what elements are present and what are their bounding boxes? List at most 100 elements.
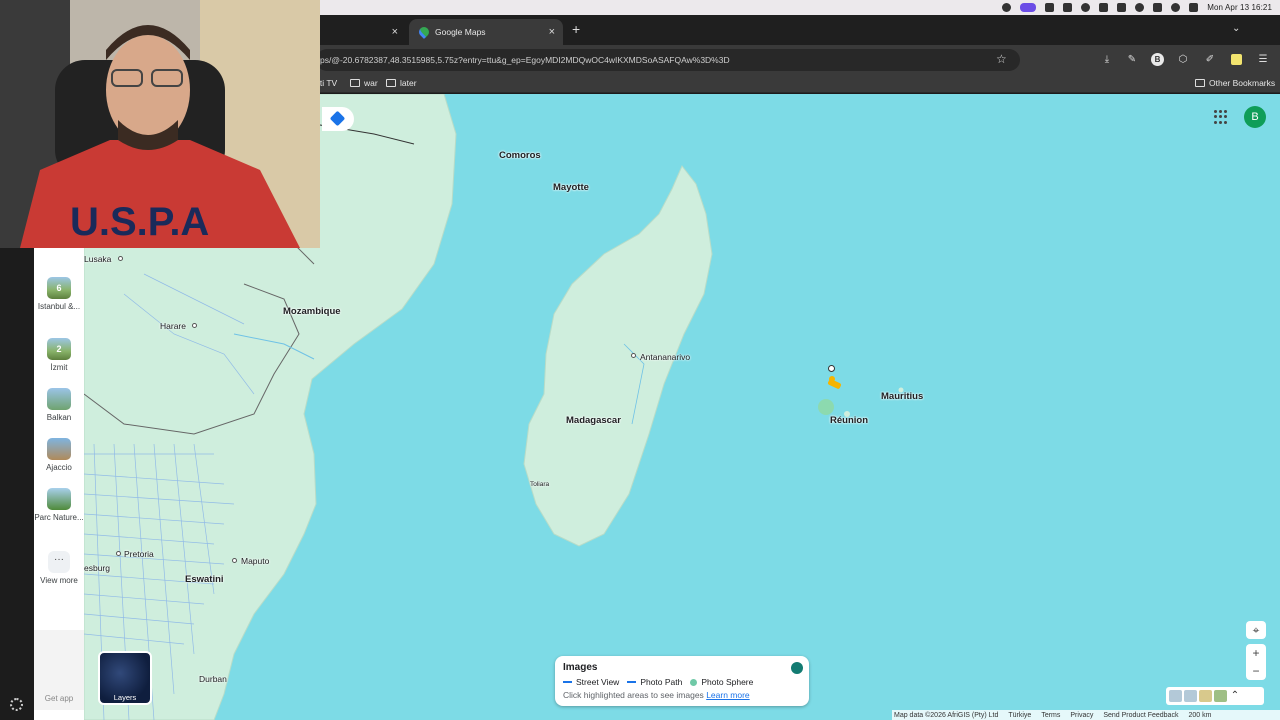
layer-thumbnails[interactable]: ⌃ [1166,687,1264,705]
my-location-button[interactable]: ⌖ [1246,621,1266,639]
learn-more-link[interactable]: Learn more [706,690,749,700]
close-icon[interactable]: × [549,26,555,38]
battery-icon[interactable] [1153,3,1163,12]
label-mayotte[interactable]: Mayotte [553,182,589,193]
recent-thumbnail [47,438,71,460]
pegman-icon[interactable] [826,376,842,390]
menubar-clock[interactable]: Mon Apr 13 16:21 [1207,3,1272,12]
label-pretoria[interactable]: Pretoria [124,549,154,559]
recent-thumbnail [47,488,71,510]
tab-previous[interactable]: × [322,19,406,45]
label-durban[interactable]: Durban [199,674,227,684]
label-madagascar[interactable]: Madagascar [566,415,621,426]
note-icon[interactable] [1231,54,1242,65]
recent-item-parc-nature[interactable]: Parc Nature... [34,488,84,523]
address-bar[interactable]: ps/@-20.6782387,48.3515985,5.75z?entry=t… [316,49,1020,71]
label-toliara[interactable]: Toliara [530,481,549,488]
bookmark-folder-war[interactable]: war [350,78,378,88]
pen-icon[interactable]: ✐ [1204,54,1216,66]
images-panel: Images Street View Photo Path Photo Sphe… [555,656,809,706]
label-mozambique[interactable]: Mozambique [283,306,341,317]
recent-label: Parc Nature... [34,513,84,522]
google-apps-icon[interactable] [1214,110,1228,124]
zoom-in-button[interactable]: + [1246,644,1266,662]
webcam-person-image: U.S.P.A [0,0,320,248]
extension-b-icon[interactable]: B [1151,53,1164,66]
legend-photo-sphere: Photo Sphere [690,677,753,687]
bookmark-star-icon[interactable]: ☆ [996,52,1007,66]
recent-item-balkan[interactable]: Balkan [34,388,84,423]
other-bookmarks[interactable]: Other Bookmarks [1195,78,1275,88]
city-dot [116,551,121,556]
volume-icon[interactable] [1099,3,1109,12]
settings-gear-icon[interactable] [10,698,23,711]
recent-item-istanbul[interactable]: 6 Istanbul &... [34,277,84,312]
recent-item-izmit[interactable]: 2 İzmit [34,338,84,373]
sidebar-gutter [0,248,34,720]
control-center-icon[interactable] [1189,3,1199,12]
play-icon[interactable] [1081,3,1091,12]
bookmark-item[interactable]: iti TV [318,78,337,88]
label-eswatini[interactable]: Eswatini [185,574,224,585]
images-toggle[interactable] [791,662,803,674]
webcam-overlay: U.S.P.A [0,0,320,248]
more-dots-icon: ··· [48,551,70,573]
layers-label: Layers [113,693,137,702]
grid-icon[interactable] [1045,3,1055,12]
label-mauritius[interactable]: Mauritius [881,391,923,402]
layers-button[interactable]: Layers [98,651,152,705]
label-esburg[interactable]: esburg [84,563,110,573]
chevron-up-icon: ⌃ [1230,690,1240,701]
screen: Mon Apr 13 16:21 × Google Maps × + ⌄ ps/… [0,0,1280,720]
footer-region-link[interactable]: Türkiye [1008,712,1031,719]
images-title: Images [563,662,598,673]
close-icon[interactable]: × [392,26,398,38]
bookmark-label: later [400,78,417,88]
label-harare[interactable]: Harare [160,321,186,331]
search-icon[interactable] [1171,3,1181,12]
footer-feedback-link[interactable]: Send Product Feedback [1103,712,1178,719]
label-reunion[interactable]: Réunion [830,415,868,426]
directions-button[interactable] [322,107,354,131]
recent-thumbnail: 2 [47,338,71,360]
label-lusaka[interactable]: Lusaka [84,254,111,264]
control-icon[interactable] [1002,3,1012,12]
footer-privacy-link[interactable]: Privacy [1070,712,1093,719]
recent-label: Ajaccio [46,463,72,472]
svg-text:U.S.P.A: U.S.P.A [70,200,209,244]
folder-icon [350,79,360,87]
wifi-icon[interactable] [1135,3,1145,12]
recent-label: Istanbul &... [37,302,81,311]
legend-street-view: Street View [563,677,619,687]
tab-google-maps[interactable]: Google Maps × [409,19,563,45]
location-marker-icon[interactable] [828,365,835,372]
scale-bar[interactable]: 200 km [1188,712,1211,719]
recent-thumbnail: 6 [47,277,71,299]
camera-icon[interactable] [1063,3,1073,12]
footer-terms-link[interactable]: Terms [1041,712,1060,719]
city-dot [118,256,123,261]
keyboard-a-icon[interactable] [1117,3,1127,12]
bookmark-folder-later[interactable]: later [386,78,417,88]
account-avatar[interactable]: B [1244,106,1266,128]
tab-label: Google Maps [435,27,486,37]
download-icon[interactable]: ⤓ [1101,54,1113,66]
view-more-button[interactable]: ··· View more [34,551,84,586]
zoom-out-button[interactable]: − [1246,662,1266,680]
recent-item-ajaccio[interactable]: Ajaccio [34,438,84,473]
city-dot [631,353,636,358]
city-dot [192,323,197,328]
label-comoros[interactable]: Comoros [499,150,541,161]
chevron-down-icon[interactable]: ⌄ [1232,23,1240,34]
get-app-button[interactable]: Get app [34,630,84,710]
menu-icon[interactable]: ☰ [1257,54,1269,66]
label-antananarivo[interactable]: Antananarivo [640,352,690,362]
wrench-icon[interactable]: ✎ [1126,54,1138,66]
label-maputo[interactable]: Maputo [241,556,269,566]
screen-record-icon[interactable] [1020,3,1037,12]
view-more-label: View more [40,576,78,585]
new-tab-icon[interactable]: + [572,21,580,37]
images-hint: Click highlighted areas to see images Le… [563,690,750,700]
bookmark-label: Other Bookmarks [1209,78,1276,88]
puzzle-icon[interactable]: ⬡ [1177,54,1189,66]
